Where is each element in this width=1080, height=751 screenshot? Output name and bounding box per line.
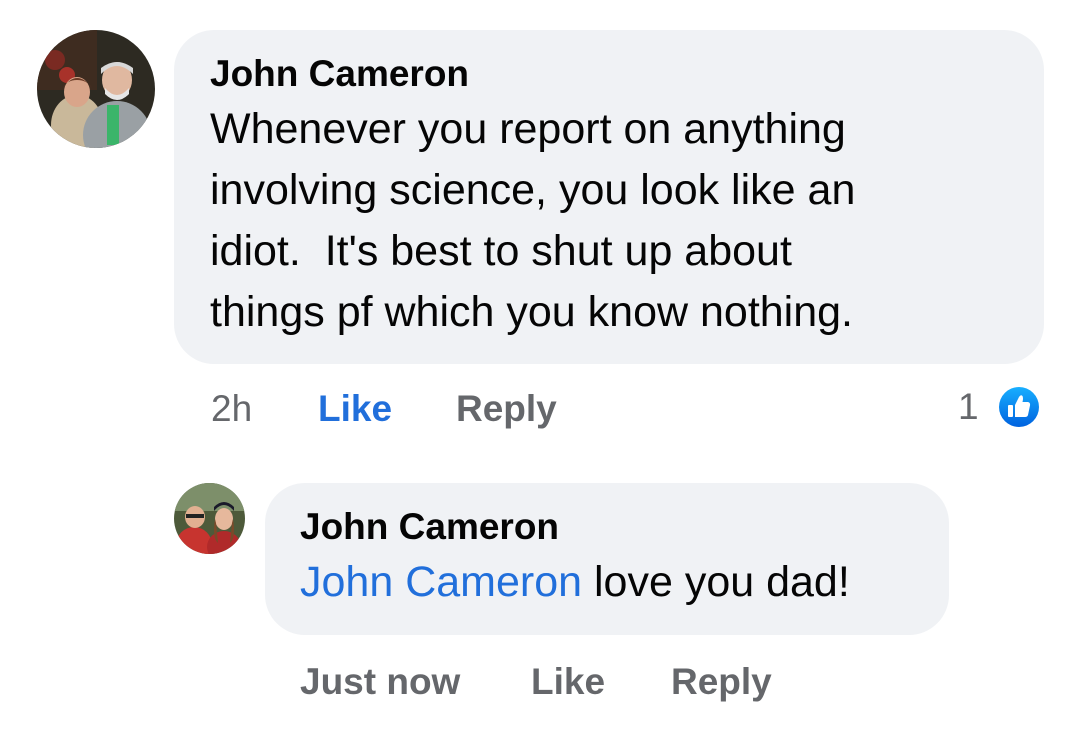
comment-text-line: Whenever you report on anything (210, 105, 846, 153)
comment-timestamp[interactable]: 2h (211, 387, 252, 431)
reaction-count: 1 (958, 386, 979, 427)
reply-button[interactable]: Reply (456, 387, 557, 431)
reply-bubble: John Cameron John Cameron love you dad! (265, 483, 949, 635)
reply-author[interactable]: John Cameron (300, 505, 914, 549)
comment-actions: 2h Like Reply (211, 387, 1051, 431)
reply-button[interactable]: Reply (671, 660, 772, 704)
comment-text-line: idiot. It's best to shut up about (210, 227, 792, 275)
comment-text-line: things pf which you know nothing. (210, 288, 854, 336)
comment-text-line: involving science, you look like an (210, 166, 856, 214)
mention-link[interactable]: John Cameron (300, 558, 582, 606)
reply-avatar[interactable] (174, 483, 245, 554)
comment-author[interactable]: John Cameron (210, 52, 1008, 96)
reply-timestamp[interactable]: Just now (300, 660, 460, 704)
commenter-avatar[interactable] (37, 30, 155, 148)
like-button[interactable]: Like (531, 660, 605, 704)
like-icon (995, 383, 1043, 431)
reaction-summary[interactable]: 1 (958, 383, 1048, 431)
like-button[interactable]: Like (318, 387, 392, 431)
reply-actions: Just now Like Reply (300, 660, 900, 704)
reply-text: John Cameron love you dad! (300, 552, 914, 613)
reply-text-content: love you dad! (582, 558, 850, 606)
comment-text: Whenever you report on anything involvin… (210, 99, 1008, 343)
comment-bubble: John Cameron Whenever you report on anyt… (174, 30, 1044, 364)
comment-thread: John Cameron Whenever you report on anyt… (0, 0, 1080, 751)
